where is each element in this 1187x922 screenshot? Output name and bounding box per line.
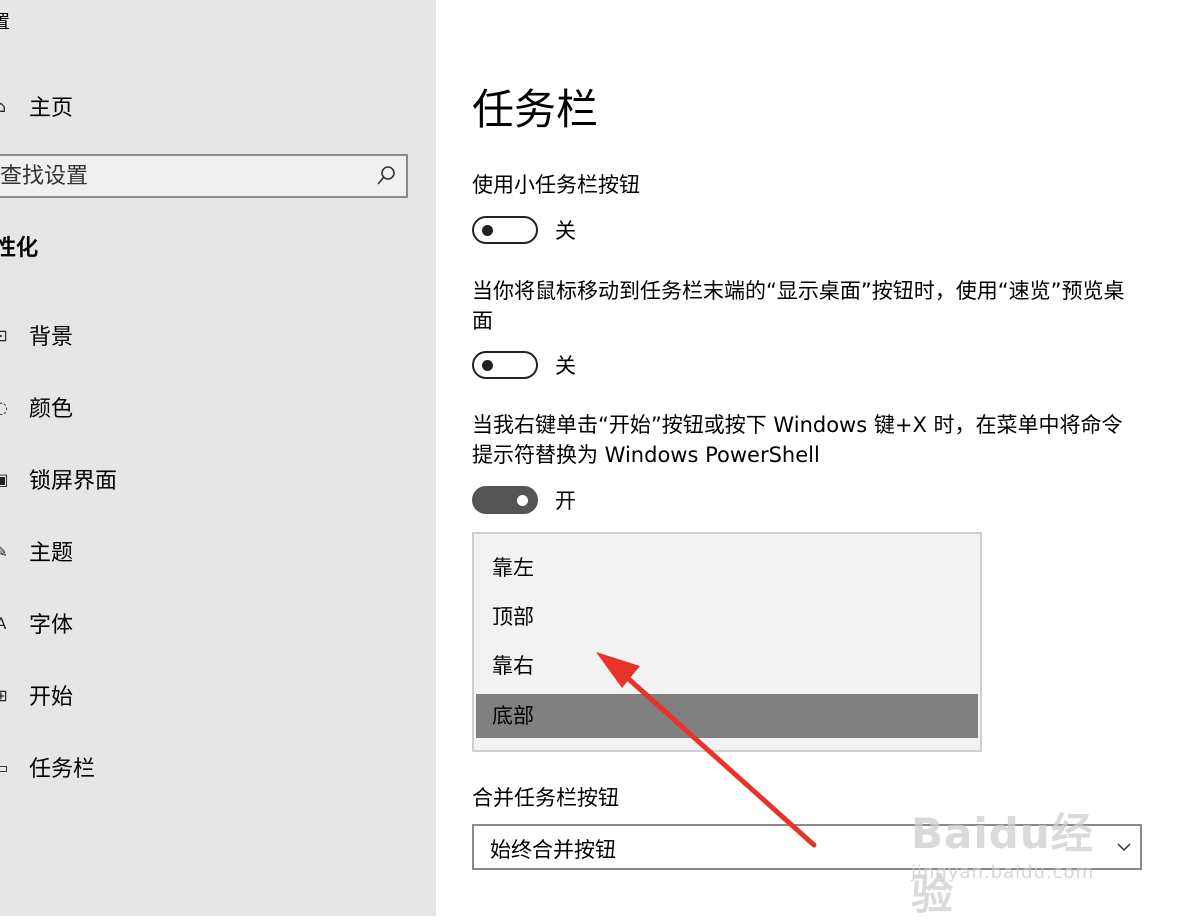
- sidebar-item-label: 字体: [29, 613, 74, 638]
- chevron-down-icon: [1117, 843, 1131, 852]
- setting-label-peek: 当你将鼠标移动到任务栏末端的“显示桌面”按钮时，使用“速览”预览桌面: [472, 279, 1125, 333]
- toggle-knob: [482, 225, 493, 236]
- lockscreen-icon: ▣: [0, 469, 8, 489]
- toggle-row-peek: 关: [472, 349, 576, 381]
- sidebar-item-colors[interactable]: ◌ 颜色: [0, 387, 436, 427]
- combine-buttons-label: 合并任务栏按钮: [472, 786, 619, 810]
- home-icon: ⌂: [0, 96, 7, 116]
- sidebar-item-start[interactable]: ⊞ 开始: [0, 675, 436, 715]
- menu-item-top[interactable]: 顶部: [476, 595, 978, 639]
- sidebar: 置 ⌂ 主页 性化 ⊡ 背景 ◌ 颜色 ▣ 锁屏界面 ✎ 主题 A 字体 ⊞ 开…: [0, 0, 436, 916]
- sidebar-item-lockscreen[interactable]: ▣ 锁屏界面: [0, 459, 436, 499]
- toggle-state-label: 开: [555, 489, 576, 513]
- sidebar-item-label: 开始: [29, 685, 74, 710]
- toggle-row-small-buttons: 关: [472, 214, 576, 246]
- sidebar-item-label: 主页: [29, 96, 74, 121]
- setting-label-small-buttons: 使用小任务栏按钮: [472, 173, 640, 197]
- toggle-state-label: 关: [555, 219, 576, 243]
- combine-buttons-select[interactable]: 始终合并按钮: [472, 824, 1142, 870]
- sidebar-item-label: 颜色: [29, 397, 74, 422]
- sidebar-item-fonts[interactable]: A 字体: [0, 603, 436, 643]
- sidebar-item-label: 主题: [29, 541, 74, 566]
- sidebar-item-background[interactable]: ⊡ 背景: [0, 315, 436, 355]
- taskbar-icon: ▭: [0, 757, 8, 777]
- font-icon: A: [0, 613, 7, 633]
- sidebar-item-label: 背景: [29, 325, 74, 350]
- sidebar-item-home[interactable]: ⌂ 主页: [0, 86, 436, 126]
- app-title: 置: [0, 12, 10, 33]
- toggle-state-label: 关: [555, 354, 576, 378]
- brush-icon: ✎: [0, 541, 8, 561]
- sidebar-item-label: 锁屏界面: [29, 469, 118, 494]
- search-icon[interactable]: [374, 164, 398, 188]
- start-icon: ⊞: [0, 685, 8, 705]
- sidebar-item-taskbar[interactable]: ▭ 任务栏: [0, 747, 436, 787]
- sidebar-item-label: 任务栏: [29, 757, 96, 782]
- peek-toggle[interactable]: [472, 351, 538, 379]
- page-title: 任务栏: [472, 85, 599, 134]
- combine-buttons-value: 始终合并按钮: [490, 838, 616, 862]
- powershell-toggle[interactable]: [472, 486, 538, 514]
- section-title: 性化: [0, 236, 39, 261]
- toggle-knob: [482, 360, 493, 371]
- search-box[interactable]: [0, 154, 408, 198]
- sidebar-item-themes[interactable]: ✎ 主题: [0, 531, 436, 571]
- small-buttons-toggle[interactable]: [472, 216, 538, 244]
- toggle-row-powershell: 开: [472, 484, 576, 516]
- taskbar-position-menu: 靠左 顶部 靠右 底部: [472, 532, 982, 752]
- search-input[interactable]: [0, 156, 360, 196]
- palette-icon: ◌: [0, 397, 8, 417]
- menu-item-right[interactable]: 靠右: [476, 644, 978, 688]
- picture-icon: ⊡: [0, 325, 8, 345]
- menu-item-bottom[interactable]: 底部: [476, 694, 978, 738]
- setting-label-powershell: 当我右键单击“开始”按钮或按下 Windows 键+X 时，在菜单中将命令提示符…: [472, 413, 1123, 467]
- menu-item-left[interactable]: 靠左: [476, 546, 978, 590]
- toggle-knob: [517, 495, 528, 506]
- main-content: 任务栏 使用小任务栏按钮 关 当你将鼠标移动到任务栏末端的“显示桌面”按钮时，使…: [436, 0, 1187, 916]
